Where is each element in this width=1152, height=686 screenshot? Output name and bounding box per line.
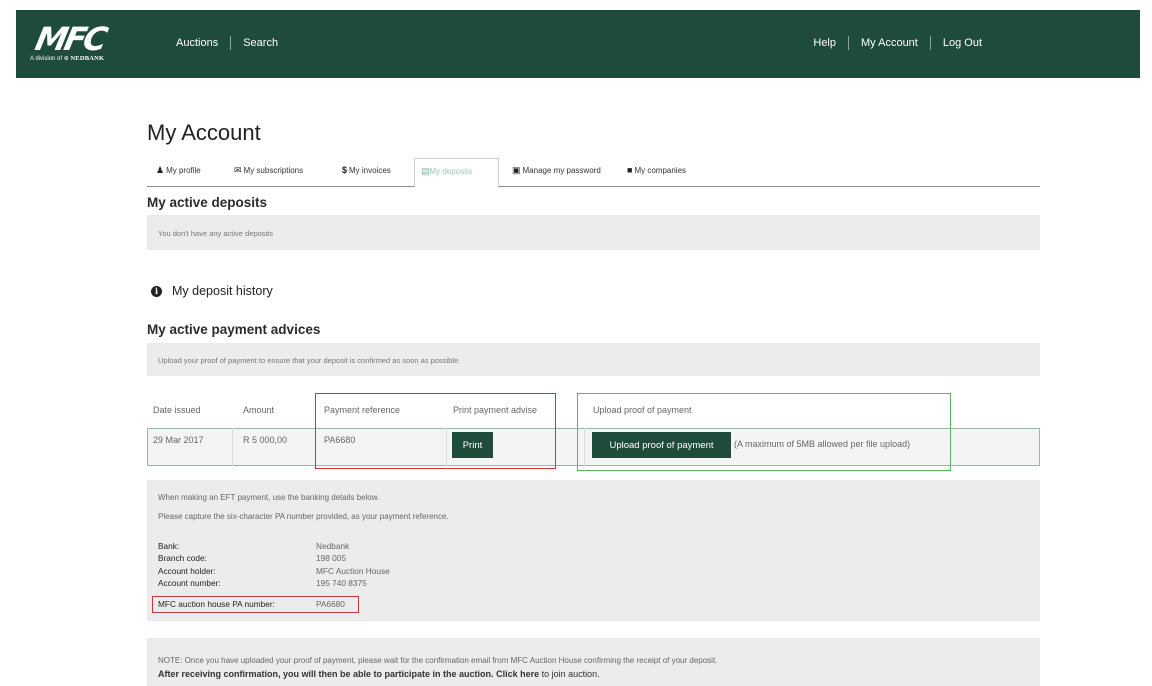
account-number-value: 195 740 8375 xyxy=(316,578,367,588)
cell-amount: R 5 000,00 xyxy=(243,435,288,445)
join-auction-text: After receiving confirmation, you will t… xyxy=(158,669,494,679)
money-icon: ▤ xyxy=(421,166,430,176)
payment-advices-heading: My active payment advices xyxy=(147,322,321,337)
tab-label: My deposits xyxy=(429,167,473,176)
tab-label: Manage my password xyxy=(522,166,601,175)
primary-nav: Auctions Search xyxy=(176,36,278,50)
nav-auctions-link[interactable]: Auctions xyxy=(176,37,218,49)
confirmation-note: NOTE: Once you have uploaded your proof … xyxy=(158,656,718,665)
nedbank-icon: ⊛ xyxy=(63,56,69,62)
nav-search-link[interactable]: Search xyxy=(243,37,278,49)
pa-number-highlight xyxy=(152,596,359,613)
mfc-logo[interactable]: MFC A division of ⊛ NEDBANK xyxy=(30,20,152,62)
click-here-link[interactable]: Click here xyxy=(496,669,539,679)
tab-my-subscriptions[interactable]: ✉ My subscriptions xyxy=(234,165,303,176)
banking-instruction: Please capture the six-character PA numb… xyxy=(158,512,449,521)
account-number-label: Account number: xyxy=(158,578,221,588)
tab-label: My subscriptions xyxy=(243,166,304,175)
branch-code-label: Branch code: xyxy=(158,553,207,563)
upload-proof-highlight xyxy=(577,393,951,471)
top-navigation-bar: MFC A division of ⊛ NEDBANK Auctions Sear… xyxy=(16,10,1140,78)
page-title: My Account xyxy=(147,120,261,145)
tab-label: My profile xyxy=(166,166,201,175)
payment-reference-highlight xyxy=(315,393,556,469)
col-date-issued: Date issued xyxy=(153,405,201,415)
nav-my-account-link[interactable]: My Account xyxy=(861,37,918,49)
tab-my-companies[interactable]: ■ My companies xyxy=(627,165,686,175)
account-nav: Help My Account Log Out xyxy=(813,36,982,50)
info-icon: i xyxy=(151,285,162,297)
deposit-history-toggle[interactable]: i My deposit history xyxy=(151,284,273,298)
account-holder-label: Account holder: xyxy=(158,566,216,576)
logo-mark: MFC xyxy=(31,20,109,58)
logo-sub-prefix: A division of xyxy=(30,56,63,62)
nav-divider xyxy=(848,36,849,50)
dollar-icon: $ xyxy=(342,165,348,175)
join-auction-tail: to join auction. xyxy=(541,669,600,679)
payment-advices-message: Upload your proof of payment to ensure t… xyxy=(147,343,1040,376)
active-deposits-message: You don't have any active deposits xyxy=(147,215,1040,250)
deposit-history-label: My deposit history xyxy=(172,284,273,298)
cell-date-issued: 29 Mar 2017 xyxy=(153,435,204,445)
tab-my-invoices[interactable]: $ My invoices xyxy=(342,165,391,175)
tab-my-profile[interactable]: ♟ My profile xyxy=(156,165,201,176)
tab-my-deposits[interactable]: ▤My deposits xyxy=(414,158,499,188)
logo-subtitle: A division of ⊛ NEDBANK xyxy=(30,55,104,62)
cell-divider xyxy=(232,428,233,466)
join-auction-note: After receiving confirmation, you will t… xyxy=(158,669,600,679)
nav-divider xyxy=(929,36,931,50)
tab-label: My invoices xyxy=(349,166,391,175)
account-holder-value: MFC Auction House xyxy=(316,566,390,576)
active-deposits-heading: My active deposits xyxy=(147,195,268,210)
user-icon: ♟ xyxy=(156,165,165,175)
col-amount: Amount xyxy=(243,405,275,415)
nav-log-out-link[interactable]: Log Out xyxy=(943,37,982,49)
bank-value: Nedbank xyxy=(316,541,350,551)
account-tabs: ♟ My profile ✉ My subscriptions $ My invoic… xyxy=(147,158,1040,188)
briefcase-icon: ■ xyxy=(627,165,633,175)
nav-help-link[interactable]: Help xyxy=(813,37,836,49)
nav-divider xyxy=(230,36,232,50)
branch-code-value: 198 005 xyxy=(316,553,346,563)
banking-intro: When making an EFT payment, use the bank… xyxy=(158,493,380,502)
logo-sub-brand: NEDBANK xyxy=(70,55,105,62)
lock-icon: ▣ xyxy=(512,165,521,175)
bank-label: Bank: xyxy=(158,541,180,551)
envelope-icon: ✉ xyxy=(234,165,242,175)
tab-label: My companies xyxy=(634,166,687,175)
tab-manage-my-password[interactable]: ▣ Manage my password xyxy=(512,165,601,176)
